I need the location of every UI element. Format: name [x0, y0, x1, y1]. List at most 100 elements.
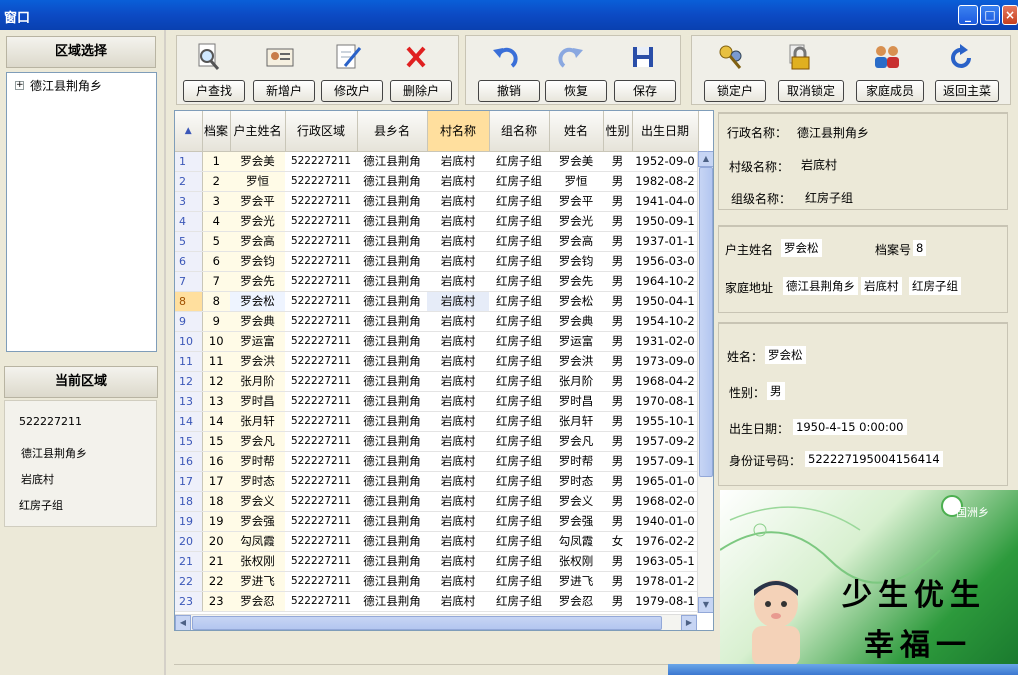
table-row[interactable]: 19 19 罗会强 522227211 德江县荆角 岩底村 红房子组 罗会强男 1940-01-…	[175, 511, 698, 532]
table-row[interactable]: 2 2 罗恒 522227211 德江县荆角 岩底村 红房子组 罗恒男 1982-08-2	[175, 171, 698, 192]
table-cell[interactable]: 男	[603, 591, 632, 612]
table-cell[interactable]: 17	[202, 471, 230, 492]
table-cell[interactable]: 德江县荆角	[357, 511, 427, 532]
table-cell[interactable]: 16	[202, 451, 230, 472]
table-cell[interactable]: 4	[202, 211, 230, 232]
table-cell[interactable]: 男	[603, 171, 632, 192]
table-cell[interactable]: 红房子组	[489, 211, 549, 232]
edit-household-button[interactable]: 修改户	[321, 80, 383, 102]
table-cell[interactable]: 德江县荆角	[357, 291, 427, 312]
column-header[interactable]: 档案	[202, 111, 231, 152]
table-cell[interactable]: 罗会凡	[549, 431, 603, 452]
table-cell[interactable]: 岩底村	[427, 591, 489, 612]
table-cell[interactable]: 罗会钧	[230, 251, 285, 272]
table-cell[interactable]: 罗会松	[549, 291, 603, 312]
redo-button[interactable]: 恢复	[545, 80, 607, 102]
table-cell[interactable]: 男	[603, 391, 632, 412]
scroll-up-icon[interactable]: ▲	[698, 151, 713, 167]
table-cell[interactable]: 1954-10-2	[632, 311, 698, 332]
undo-button[interactable]: 撤销	[478, 80, 540, 102]
table-cell[interactable]: 罗会平	[549, 191, 603, 212]
table-cell[interactable]: 男	[603, 191, 632, 212]
table-cell[interactable]: 20	[202, 531, 230, 552]
table-cell[interactable]: 522227211	[285, 171, 357, 192]
table-cell[interactable]: 522227211	[285, 291, 357, 312]
table-cell[interactable]: 红房子组	[489, 571, 549, 592]
table-row[interactable]: 21 21 张权刚 522227211 德江县荆角 岩底村 红房子组 张权刚男 1963-05-…	[175, 551, 698, 572]
add-household-button[interactable]: 新增户	[253, 80, 315, 102]
table-cell[interactable]: 红房子组	[489, 411, 549, 432]
household-grid[interactable]: ▲ 档案 户主姓名 行政区域 县乡名 村名称 组名称 姓名 性别 出生日期 11…	[174, 110, 714, 631]
household-table[interactable]: ▲ 档案 户主姓名 行政区域 县乡名 村名称 组名称 姓名 性别 出生日期 11…	[175, 111, 699, 612]
table-cell[interactable]: 13	[202, 391, 230, 412]
row-number-cell[interactable]: 12	[175, 371, 203, 392]
table-cell[interactable]: 红房子组	[489, 271, 549, 292]
table-cell[interactable]: 岩底村	[427, 451, 489, 472]
table-cell[interactable]: 1952-09-0	[632, 151, 698, 172]
table-cell[interactable]: 罗时昌	[230, 391, 285, 412]
row-number-cell[interactable]: 18	[175, 491, 203, 512]
table-cell[interactable]: 19	[202, 511, 230, 532]
table-cell[interactable]: 德江县荆角	[357, 331, 427, 352]
table-cell[interactable]: 德江县荆角	[357, 211, 427, 232]
table-cell[interactable]: 罗会忍	[549, 591, 603, 612]
table-cell[interactable]: 男	[603, 511, 632, 532]
table-row[interactable]: 8 8 罗会松 522227211 德江县荆角 岩底村 红房子组 罗会松男 1950-04-1	[175, 291, 698, 312]
row-number-cell[interactable]: 1	[175, 151, 203, 172]
save-button[interactable]: 保存	[614, 80, 676, 102]
table-cell[interactable]: 1976-02-2	[632, 531, 698, 552]
column-header[interactable]: 性别	[603, 111, 633, 152]
table-cell[interactable]: 罗会美	[549, 151, 603, 172]
table-cell[interactable]: 2	[202, 171, 230, 192]
scroll-left-icon[interactable]: ◀	[175, 615, 191, 630]
table-cell[interactable]: 罗恒	[230, 171, 285, 192]
table-cell[interactable]: 男	[603, 451, 632, 472]
delete-household-button[interactable]: 删除户	[390, 80, 452, 102]
table-row[interactable]: 7 7 罗会先 522227211 德江县荆角 岩底村 红房子组 罗会先男 1964-10-2	[175, 271, 698, 292]
table-cell[interactable]: 1957-09-1	[632, 451, 698, 472]
row-number-cell[interactable]: 9	[175, 311, 203, 332]
table-cell[interactable]: 522227211	[285, 531, 357, 552]
table-cell[interactable]: 罗会平	[230, 191, 285, 212]
table-row[interactable]: 18 18 罗会义 522227211 德江县荆角 岩底村 红房子组 罗会义男 1968-02-…	[175, 491, 698, 512]
table-cell[interactable]: 1979-08-1	[632, 591, 698, 612]
table-cell[interactable]: 罗会光	[549, 211, 603, 232]
column-header[interactable]: 姓名	[549, 111, 604, 152]
table-cell[interactable]: 岩底村	[427, 351, 489, 372]
table-cell[interactable]: 1982-08-2	[632, 171, 698, 192]
table-cell[interactable]: 男	[603, 231, 632, 252]
table-cell[interactable]: 男	[603, 411, 632, 432]
table-row[interactable]: 6 6 罗会钧 522227211 德江县荆角 岩底村 红房子组 罗会钧男 1956-03-0	[175, 251, 698, 272]
table-cell[interactable]: 张权刚	[230, 551, 285, 572]
table-cell[interactable]: 岩底村	[427, 251, 489, 272]
table-cell[interactable]: 德江县荆角	[357, 471, 427, 492]
table-cell[interactable]: 岩底村	[427, 411, 489, 432]
table-cell[interactable]: 德江县荆角	[357, 431, 427, 452]
table-cell[interactable]: 18	[202, 491, 230, 512]
table-cell[interactable]: 岩底村	[427, 551, 489, 572]
table-cell[interactable]: 522227211	[285, 511, 357, 532]
table-cell[interactable]: 522227211	[285, 471, 357, 492]
column-header-selected[interactable]: 村名称	[427, 111, 490, 152]
table-cell[interactable]: 522227211	[285, 231, 357, 252]
sort-icon[interactable]: ▲	[175, 111, 203, 152]
table-cell[interactable]: 罗会先	[549, 271, 603, 292]
table-cell[interactable]: 522227211	[285, 151, 357, 172]
table-cell[interactable]: 15	[202, 431, 230, 452]
table-cell[interactable]: 红房子组	[489, 431, 549, 452]
table-cell[interactable]: 10	[202, 331, 230, 352]
table-cell[interactable]: 罗会强	[230, 511, 285, 532]
table-cell[interactable]: 1950-09-1	[632, 211, 698, 232]
table-cell[interactable]: 女	[603, 531, 632, 552]
table-row[interactable]: 4 4 罗会光 522227211 德江县荆角 岩底村 红房子组 罗会光男 1950-09-1	[175, 211, 698, 232]
tree-node-root[interactable]: + 德江县荆角乡	[15, 77, 102, 94]
table-cell[interactable]: 1940-01-0	[632, 511, 698, 532]
table-row[interactable]: 23 23 罗会忍 522227211 德江县荆角 岩底村 红房子组 罗会忍男 1979-08-…	[175, 591, 698, 612]
row-number-cell[interactable]: 22	[175, 571, 203, 592]
table-cell[interactable]: 男	[603, 331, 632, 352]
table-cell[interactable]: 岩底村	[427, 231, 489, 252]
region-tree[interactable]: + 德江县荆角乡	[6, 72, 157, 352]
table-cell[interactable]: 罗会洪	[549, 351, 603, 372]
row-number-cell[interactable]: 5	[175, 231, 203, 252]
table-cell[interactable]: 德江县荆角	[357, 151, 427, 172]
